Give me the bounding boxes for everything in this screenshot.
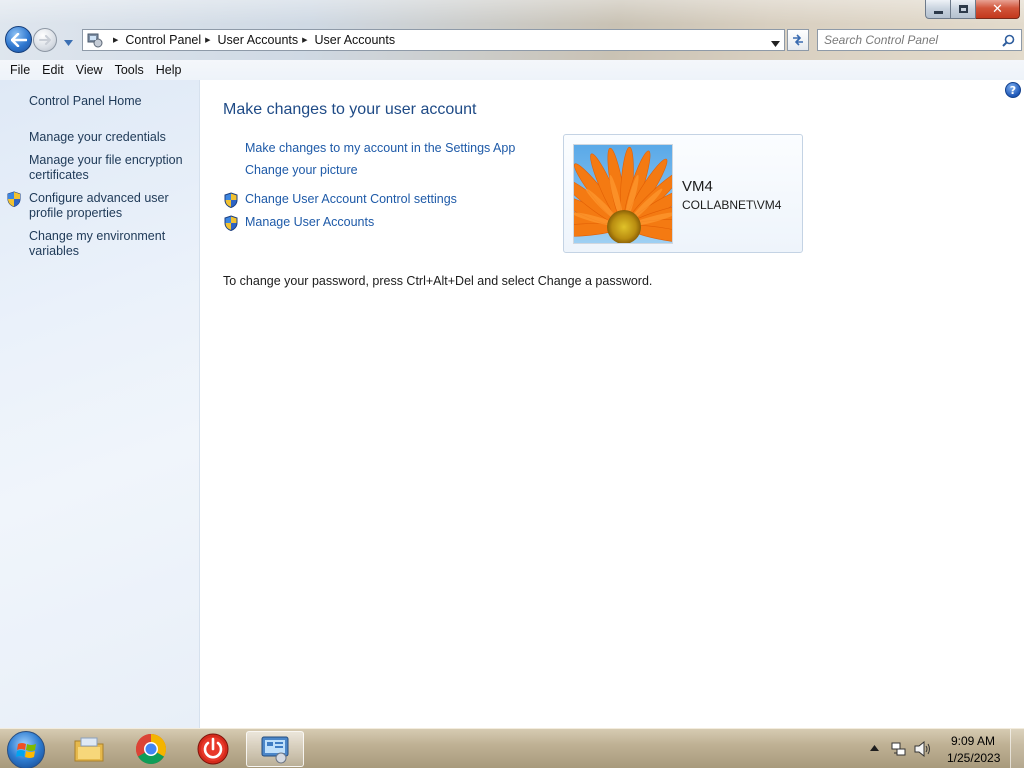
breadcrumb-user-accounts[interactable]: User Accounts ▶ (218, 30, 315, 50)
chevron-right-icon[interactable]: ▶ (205, 36, 210, 44)
help-button[interactable]: ? (1005, 82, 1021, 98)
taskbar-power-app[interactable] (184, 731, 242, 767)
minimize-icon (933, 10, 943, 14)
maximize-icon (958, 5, 968, 13)
password-note: To change your password, press Ctrl+Alt+… (223, 274, 653, 288)
search-input[interactable] (824, 33, 999, 47)
menu-edit[interactable]: Edit (36, 63, 70, 77)
menu-tools[interactable]: Tools (109, 63, 150, 77)
uac-shield-icon (224, 215, 238, 231)
maximize-button[interactable] (951, 0, 976, 19)
breadcrumb-label: User Accounts (314, 33, 396, 47)
address-history-button[interactable] (771, 36, 780, 50)
sidebar-item-environment-variables[interactable]: Change my environment variables (29, 229, 194, 259)
show-desktop-button[interactable] (1010, 729, 1024, 768)
recent-pages-button[interactable] (64, 35, 73, 49)
taskbar-file-explorer[interactable] (60, 731, 118, 767)
sidebar-item-control-panel-home[interactable]: Control Panel Home (29, 94, 194, 109)
breadcrumb-separator[interactable]: ▶ (109, 30, 125, 50)
window-controls: ✕ (925, 0, 1020, 19)
minimize-button[interactable] (925, 0, 951, 19)
control-panel-icon (87, 33, 103, 48)
chrome-icon (135, 734, 167, 765)
address-bar[interactable]: ▶ Control Panel ▶ User Accounts ▶ User A… (82, 29, 785, 51)
uac-shield-icon (7, 191, 21, 207)
task-manage-user-accounts[interactable]: Manage User Accounts (245, 215, 374, 229)
sidebar-item-advanced-profile[interactable]: Configure advanced user profile properti… (29, 191, 194, 221)
back-arrow-icon (10, 32, 27, 47)
sidebar-item-credentials[interactable]: Manage your credentials (29, 130, 194, 145)
breadcrumb-label: User Accounts (217, 33, 299, 47)
forward-arrow-icon (39, 35, 51, 45)
account-card: VM4 COLLABNET\VM4 (563, 134, 803, 253)
file-explorer-icon (74, 737, 104, 762)
chevron-right-icon: ▶ (113, 36, 119, 44)
taskbar-control-panel[interactable] (246, 731, 304, 767)
task-uac-settings[interactable]: Change User Account Control settings (245, 192, 457, 206)
menu-bar: File Edit View Tools Help (0, 60, 1024, 80)
account-name: VM4 (682, 178, 713, 195)
clock-time[interactable]: 9:09 AM (951, 734, 995, 748)
chevron-right-icon[interactable]: ▶ (302, 36, 307, 44)
menu-help[interactable]: Help (150, 63, 188, 77)
taskbar: 9:09 AM 1/25/2023 (0, 728, 1024, 768)
chevron-down-icon (64, 40, 73, 46)
power-app-icon (197, 733, 229, 765)
help-icon: ? (1009, 83, 1017, 97)
volume-icon[interactable] (914, 741, 932, 757)
network-icon[interactable] (891, 741, 907, 757)
search-icon[interactable] (1002, 34, 1015, 47)
start-button[interactable] (7, 731, 45, 768)
account-picture[interactable] (573, 144, 673, 244)
orange-flower-image (574, 145, 672, 243)
task-settings-app[interactable]: Make changes to my account in the Settin… (245, 141, 515, 155)
refresh-icon (793, 34, 803, 46)
breadcrumb-label: Control Panel (125, 33, 202, 47)
forward-button[interactable] (33, 28, 57, 52)
sidebar-item-file-encryption[interactable]: Manage your file encryption certificates (29, 153, 194, 183)
uac-shield-icon (224, 192, 238, 208)
menu-file[interactable]: File (4, 63, 36, 77)
account-domain: COLLABNET\VM4 (682, 198, 782, 212)
taskbar-chrome[interactable] (122, 731, 180, 767)
breadcrumb-current[interactable]: User Accounts (315, 30, 396, 50)
back-button[interactable] (5, 26, 32, 53)
breadcrumb-control-panel[interactable]: Control Panel ▶ (125, 30, 217, 50)
sidebar: Control Panel Home Manage your credentia… (0, 80, 200, 728)
close-button[interactable]: ✕ (976, 0, 1020, 19)
menu-view[interactable]: View (70, 63, 109, 77)
task-change-picture[interactable]: Change your picture (245, 163, 358, 177)
close-icon: ✕ (992, 1, 1003, 17)
page-title: Make changes to your user account (223, 101, 477, 118)
control-panel-icon (261, 736, 289, 764)
chevron-down-icon (771, 41, 780, 47)
windows-start-icon (16, 743, 36, 758)
show-hidden-icons-icon[interactable] (870, 745, 879, 751)
clock-date[interactable]: 1/25/2023 (947, 751, 1000, 765)
refresh-button[interactable] (787, 29, 809, 51)
search-box[interactable] (817, 29, 1022, 51)
